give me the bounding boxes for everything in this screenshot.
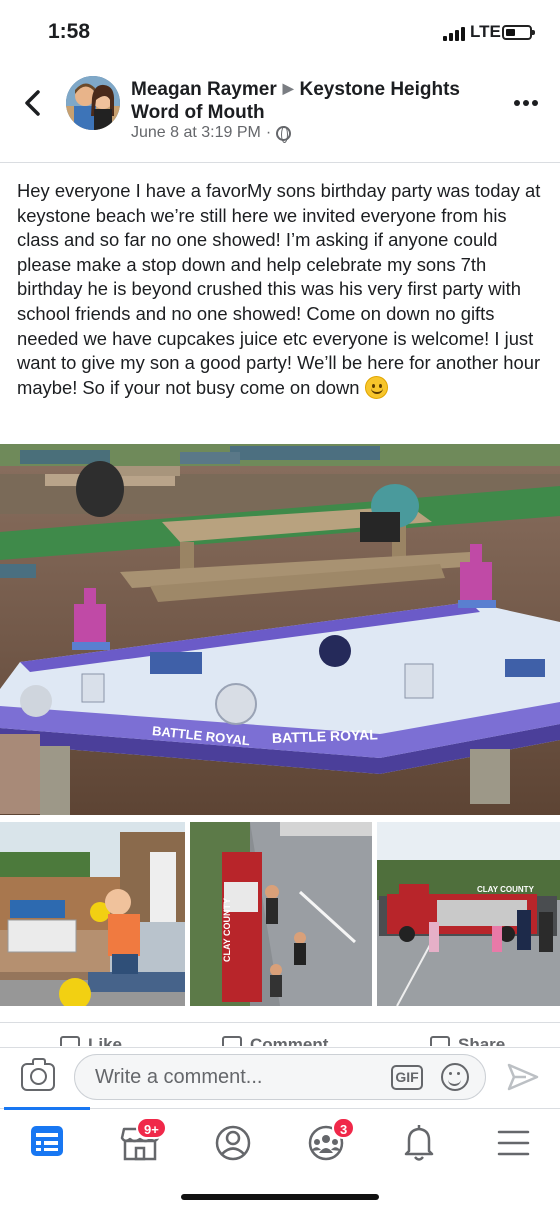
comment-input-container[interactable]: GIF — [74, 1054, 486, 1100]
bell-icon — [404, 1125, 434, 1161]
signal-strength-icon — [443, 27, 467, 41]
avatar[interactable] — [66, 76, 120, 130]
post-body: Hey everyone I have a favorMy sons birth… — [17, 179, 547, 400]
network-type: LTE — [470, 22, 501, 41]
nav-groups[interactable]: 3 — [296, 1117, 356, 1167]
post-author-line: Meagan Raymer ▶ Keystone Heights Word of M… — [131, 77, 501, 124]
camera-icon[interactable] — [21, 1058, 55, 1091]
share-button[interactable]: Share — [430, 1035, 505, 1046]
nav-notifications[interactable] — [389, 1117, 449, 1167]
status-bar: 1:58 LTE — [0, 0, 560, 66]
share-icon — [430, 1036, 450, 1046]
post-photo-main[interactable]: BATTLE ROYAL BATTLE ROYAL — [0, 444, 560, 815]
post-photo-thumb-1[interactable] — [0, 822, 185, 1006]
emoji-icon[interactable] — [441, 1063, 469, 1091]
truck-text-1: CLAY COUNTY — [222, 898, 232, 962]
post-action-row: Like Comment Share — [0, 1022, 560, 1046]
post-timestamp-row: June 8 at 3:19 PM · — [131, 124, 292, 143]
nav-profile[interactable] — [203, 1117, 263, 1167]
more-options-icon[interactable] — [514, 100, 538, 106]
send-icon[interactable] — [506, 1062, 540, 1092]
timestamp-separator: · — [265, 124, 272, 141]
gif-icon[interactable]: GIF — [391, 1065, 423, 1090]
post-timestamp[interactable]: June 8 at 3:19 PM — [131, 124, 261, 142]
comment-button[interactable]: Comment — [222, 1035, 328, 1046]
back-arrow-icon[interactable] — [16, 86, 50, 120]
header-divider — [0, 162, 560, 163]
marketplace-badge: 9+ — [136, 1117, 167, 1139]
triangle-right-icon: ▶ — [282, 80, 294, 96]
nav-marketplace[interactable]: 9+ — [110, 1117, 170, 1167]
profile-icon — [215, 1125, 251, 1161]
author-name[interactable]: Meagan Raymer — [131, 79, 277, 100]
post-body-text: Hey everyone I have a favorMy sons birth… — [17, 180, 541, 398]
smiling-emoji-icon — [365, 375, 389, 399]
battery-icon — [502, 25, 535, 40]
hamburger-menu-icon — [497, 1130, 530, 1156]
post-photo-thumb-3[interactable]: CLAY COUNTY — [377, 822, 560, 1006]
comment-label: Comment — [250, 1035, 329, 1046]
news-feed-icon — [31, 1126, 63, 1156]
like-button[interactable]: Like — [60, 1035, 122, 1046]
post-photo-thumb-2[interactable]: CLAY COUNTY — [190, 822, 372, 1006]
status-time: 1:58 — [48, 20, 91, 43]
comment-bar: GIF — [0, 1047, 560, 1108]
globe-icon — [276, 125, 292, 143]
nav-menu[interactable] — [482, 1117, 542, 1167]
thumbs-up-icon — [60, 1036, 80, 1046]
truck-text-2: CLAY COUNTY — [477, 885, 535, 894]
home-indicator[interactable] — [181, 1194, 379, 1200]
like-label: Like — [88, 1035, 123, 1046]
comment-icon — [222, 1036, 242, 1046]
groups-badge: 3 — [332, 1117, 356, 1139]
comment-input[interactable] — [95, 1064, 375, 1090]
nav-news-feed[interactable] — [17, 1117, 77, 1167]
share-label: Share — [458, 1035, 506, 1046]
active-tab-indicator — [4, 1107, 90, 1110]
